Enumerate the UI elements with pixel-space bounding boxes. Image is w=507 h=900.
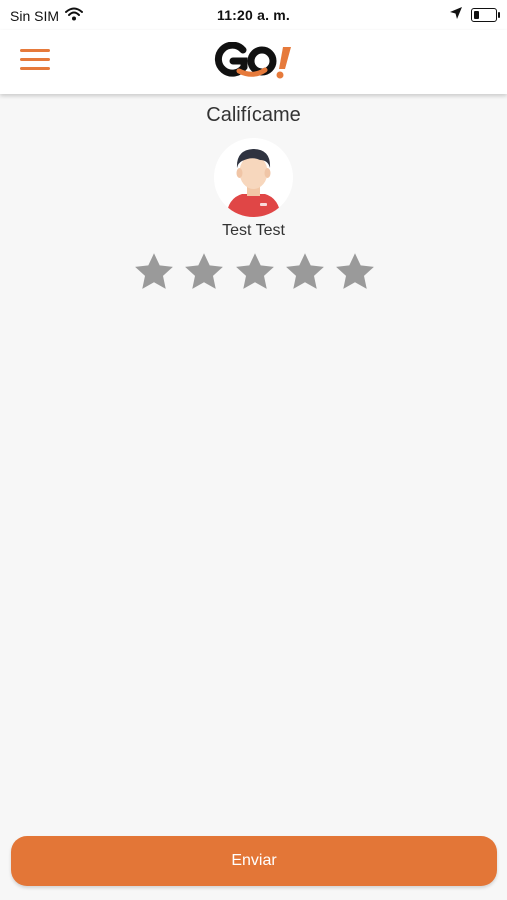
battery-level <box>474 10 479 19</box>
location-arrow-icon <box>449 6 463 23</box>
star-1-icon[interactable] <box>132 250 176 294</box>
driver-name: Test Test <box>222 222 285 239</box>
go-logo <box>213 41 295 87</box>
status-time: 11:20 a. m. <box>216 7 291 23</box>
star-3-icon[interactable] <box>233 250 277 294</box>
status-right <box>449 6 500 23</box>
star-rating <box>132 250 377 294</box>
status-bar: Sin SIM 11:20 a. m. <box>0 0 507 30</box>
page-title: Califícame <box>206 104 301 126</box>
star-2-icon[interactable] <box>182 250 226 294</box>
send-button[interactable]: Enviar <box>11 836 497 886</box>
star-4-icon[interactable] <box>283 250 327 294</box>
app-header <box>0 30 507 94</box>
hamburger-menu-icon[interactable] <box>20 47 52 73</box>
star-5-icon[interactable] <box>333 250 377 294</box>
driver-avatar-icon <box>214 138 293 217</box>
battery-icon <box>471 7 500 22</box>
